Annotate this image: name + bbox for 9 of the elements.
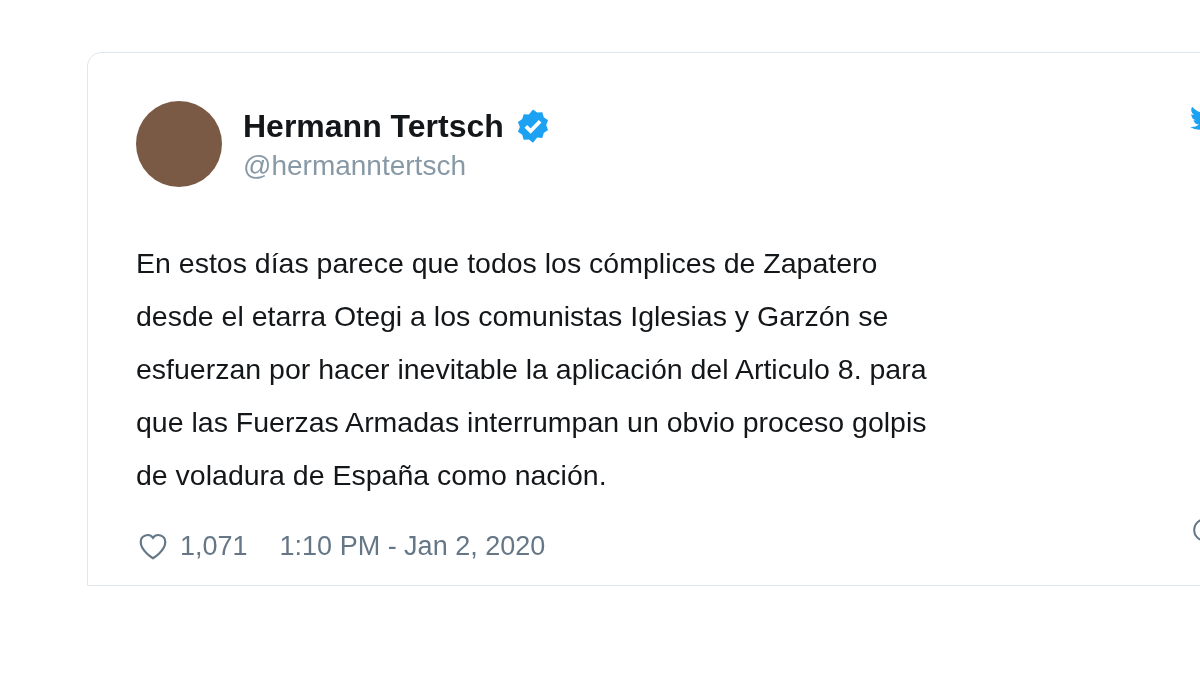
tweet-timestamp[interactable]: 1:10 PM - Jan 2, 2020 <box>279 526 546 567</box>
tweet-text-line: En estos días parece que todos los cómplices de Zapatero <box>136 246 878 281</box>
author-name[interactable]: Hermann Tertsch <box>243 106 504 146</box>
tweet-text-line: que las Fuerzas Armadas interrumpan un obvio proceso golpis <box>136 405 927 440</box>
tweet-text-line: de voladura de España como nación. <box>136 458 607 493</box>
tweet-text-line: desde el etarra Otegi a los comunistas Iglesias y Garzón se <box>136 299 889 334</box>
tweet-text-line: esfuerzan por hacer inevitable la aplicación del Articulo 8. para <box>136 352 927 387</box>
author-handle[interactable]: @hermanntertsch <box>243 148 552 184</box>
like-count: 1,071 <box>180 530 248 563</box>
